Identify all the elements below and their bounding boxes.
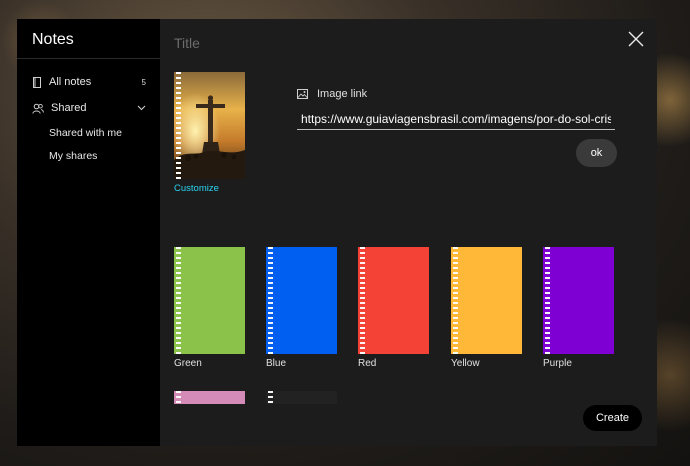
cover-swatch-yellow[interactable] [451,247,522,354]
sidebar-item-label: Shared [51,102,87,114]
swatch-fill [174,391,245,404]
sidebar-item-all-notes[interactable]: All notes 5 [17,69,160,95]
title-input[interactable] [174,35,494,51]
notes-app-window: Notes All notes 5 Shared Shared with me … [17,19,657,446]
swatch-label: Green [174,358,202,369]
swatch-fill [451,247,522,354]
notes-count-badge: 5 [141,77,146,87]
cover-swatch-dark[interactable] [266,391,337,404]
cover-swatch-red[interactable] [358,247,429,354]
sidebar-item-label: All notes [49,76,92,88]
swatch-fill [266,391,337,404]
sidebar-item-my-shares[interactable]: My shares [17,144,160,167]
swatch-label: Blue [266,358,287,369]
swatch-fill [174,247,245,354]
notebook-spine [176,247,181,354]
cover-swatch-purple[interactable] [543,247,614,354]
chevron-down-icon[interactable] [137,103,146,113]
notebook-spine [360,247,365,354]
sidebar-item-shared-with-me[interactable]: Shared with me [17,121,160,144]
close-icon[interactable] [626,29,646,49]
notebook-icon [32,76,42,88]
customize-link[interactable]: Customize [174,183,219,194]
image-link-text: Image link [317,88,368,100]
image-link-label: Image link [297,88,367,100]
notebook-spine [453,247,458,354]
sidebar-item-shared[interactable]: Shared [17,95,160,121]
swatch-fill [543,247,614,354]
ok-button[interactable]: ok [576,139,617,167]
swatch-label: Yellow [451,358,480,369]
cover-swatch-green[interactable] [174,247,245,354]
notebook-spine [268,247,273,354]
cover-image-preview[interactable] [174,72,245,179]
users-icon [32,103,44,114]
cover-swatch-pink[interactable] [174,391,245,404]
swatch-label: Red [358,358,377,369]
image-icon [297,89,308,99]
notebook-spine [268,391,273,404]
sidebar: Notes All notes 5 Shared Shared with me … [17,19,160,446]
swatch-label: Purple [543,358,572,369]
image-link-input[interactable] [297,108,615,130]
new-notebook-dialog: Customize Image link ok Green Blue Red Y… [160,19,657,446]
notebook-spine [176,72,181,179]
notebook-spine [176,391,181,404]
app-title: Notes [32,31,74,48]
create-button[interactable]: Create [583,405,642,431]
notebook-spine [545,247,550,354]
swatch-fill [266,247,337,354]
cover-swatch-blue[interactable] [266,247,337,354]
swatch-fill [358,247,429,354]
